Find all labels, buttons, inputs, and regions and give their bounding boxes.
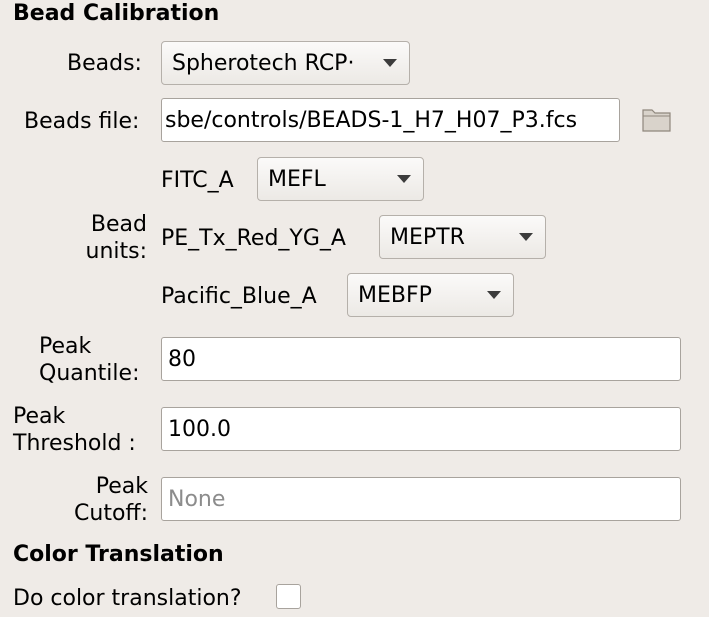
channel-pe-label: PE_Tx_Red_YG_A: [161, 226, 346, 251]
peak-quantile-value: 80: [168, 346, 196, 372]
pacific-blue-unit-combobox[interactable]: MEBFP: [347, 273, 514, 317]
peak-quantile-label-line2: Quantile:: [39, 361, 140, 386]
peak-threshold-input[interactable]: 100.0: [161, 407, 681, 451]
beads-label: Beads:: [67, 51, 142, 76]
channel-fitc-label: FITC_A: [161, 168, 234, 193]
peak-quantile-input[interactable]: 80: [161, 337, 681, 381]
chevron-down-icon: [397, 175, 411, 183]
pe-unit-value: MEPTR: [390, 224, 465, 250]
peak-quantile-label-line1: Peak: [39, 334, 92, 359]
color-translation-title: Color Translation: [13, 542, 224, 567]
chevron-down-icon: [383, 59, 397, 67]
chevron-down-icon: [487, 291, 501, 299]
fitc-unit-combobox[interactable]: MEFL: [257, 157, 424, 201]
peak-threshold-label-line1: Peak: [13, 404, 66, 429]
bead-units-label-line2: units:: [85, 239, 148, 264]
bead-calibration-title: Bead Calibration: [13, 1, 220, 26]
peak-threshold-label-line2: Threshold :: [13, 431, 136, 456]
bead-units-label: Bead units:: [75, 211, 148, 265]
beads-file-label: Beads file:: [24, 109, 140, 134]
beads-combobox[interactable]: Spherotech RCP·: [161, 41, 410, 85]
beads-file-value: sbe/controls/BEADS-1_H7_H07_P3.fcs: [165, 107, 578, 133]
chevron-down-icon: [519, 233, 533, 241]
pacific-blue-unit-value: MEBFP: [358, 282, 432, 308]
beads-file-input[interactable]: sbe/controls/BEADS-1_H7_H07_P3.fcs: [161, 98, 620, 142]
beads-combobox-value: Spherotech RCP·: [172, 50, 355, 76]
folder-icon[interactable]: [641, 106, 673, 134]
fitc-unit-value: MEFL: [268, 166, 326, 192]
peak-threshold-value: 100.0: [168, 416, 231, 442]
peak-cutoff-label-line1: Peak: [95, 474, 148, 499]
do-color-translation-label: Do color translation?: [13, 586, 242, 611]
peak-threshold-label: Peak Threshold :: [13, 403, 136, 457]
peak-cutoff-label: Peak Cutoff:: [60, 473, 148, 527]
peak-quantile-label: Peak Quantile:: [39, 333, 139, 387]
peak-cutoff-text[interactable]: [168, 486, 680, 512]
do-color-translation-checkbox[interactable]: [276, 584, 301, 609]
bead-units-label-line1: Bead: [90, 212, 147, 237]
peak-cutoff-input[interactable]: [161, 477, 681, 521]
channel-pacific-blue-label: Pacific_Blue_A: [161, 284, 317, 309]
peak-cutoff-label-line2: Cutoff:: [74, 501, 148, 526]
pe-unit-combobox[interactable]: MEPTR: [379, 215, 546, 259]
